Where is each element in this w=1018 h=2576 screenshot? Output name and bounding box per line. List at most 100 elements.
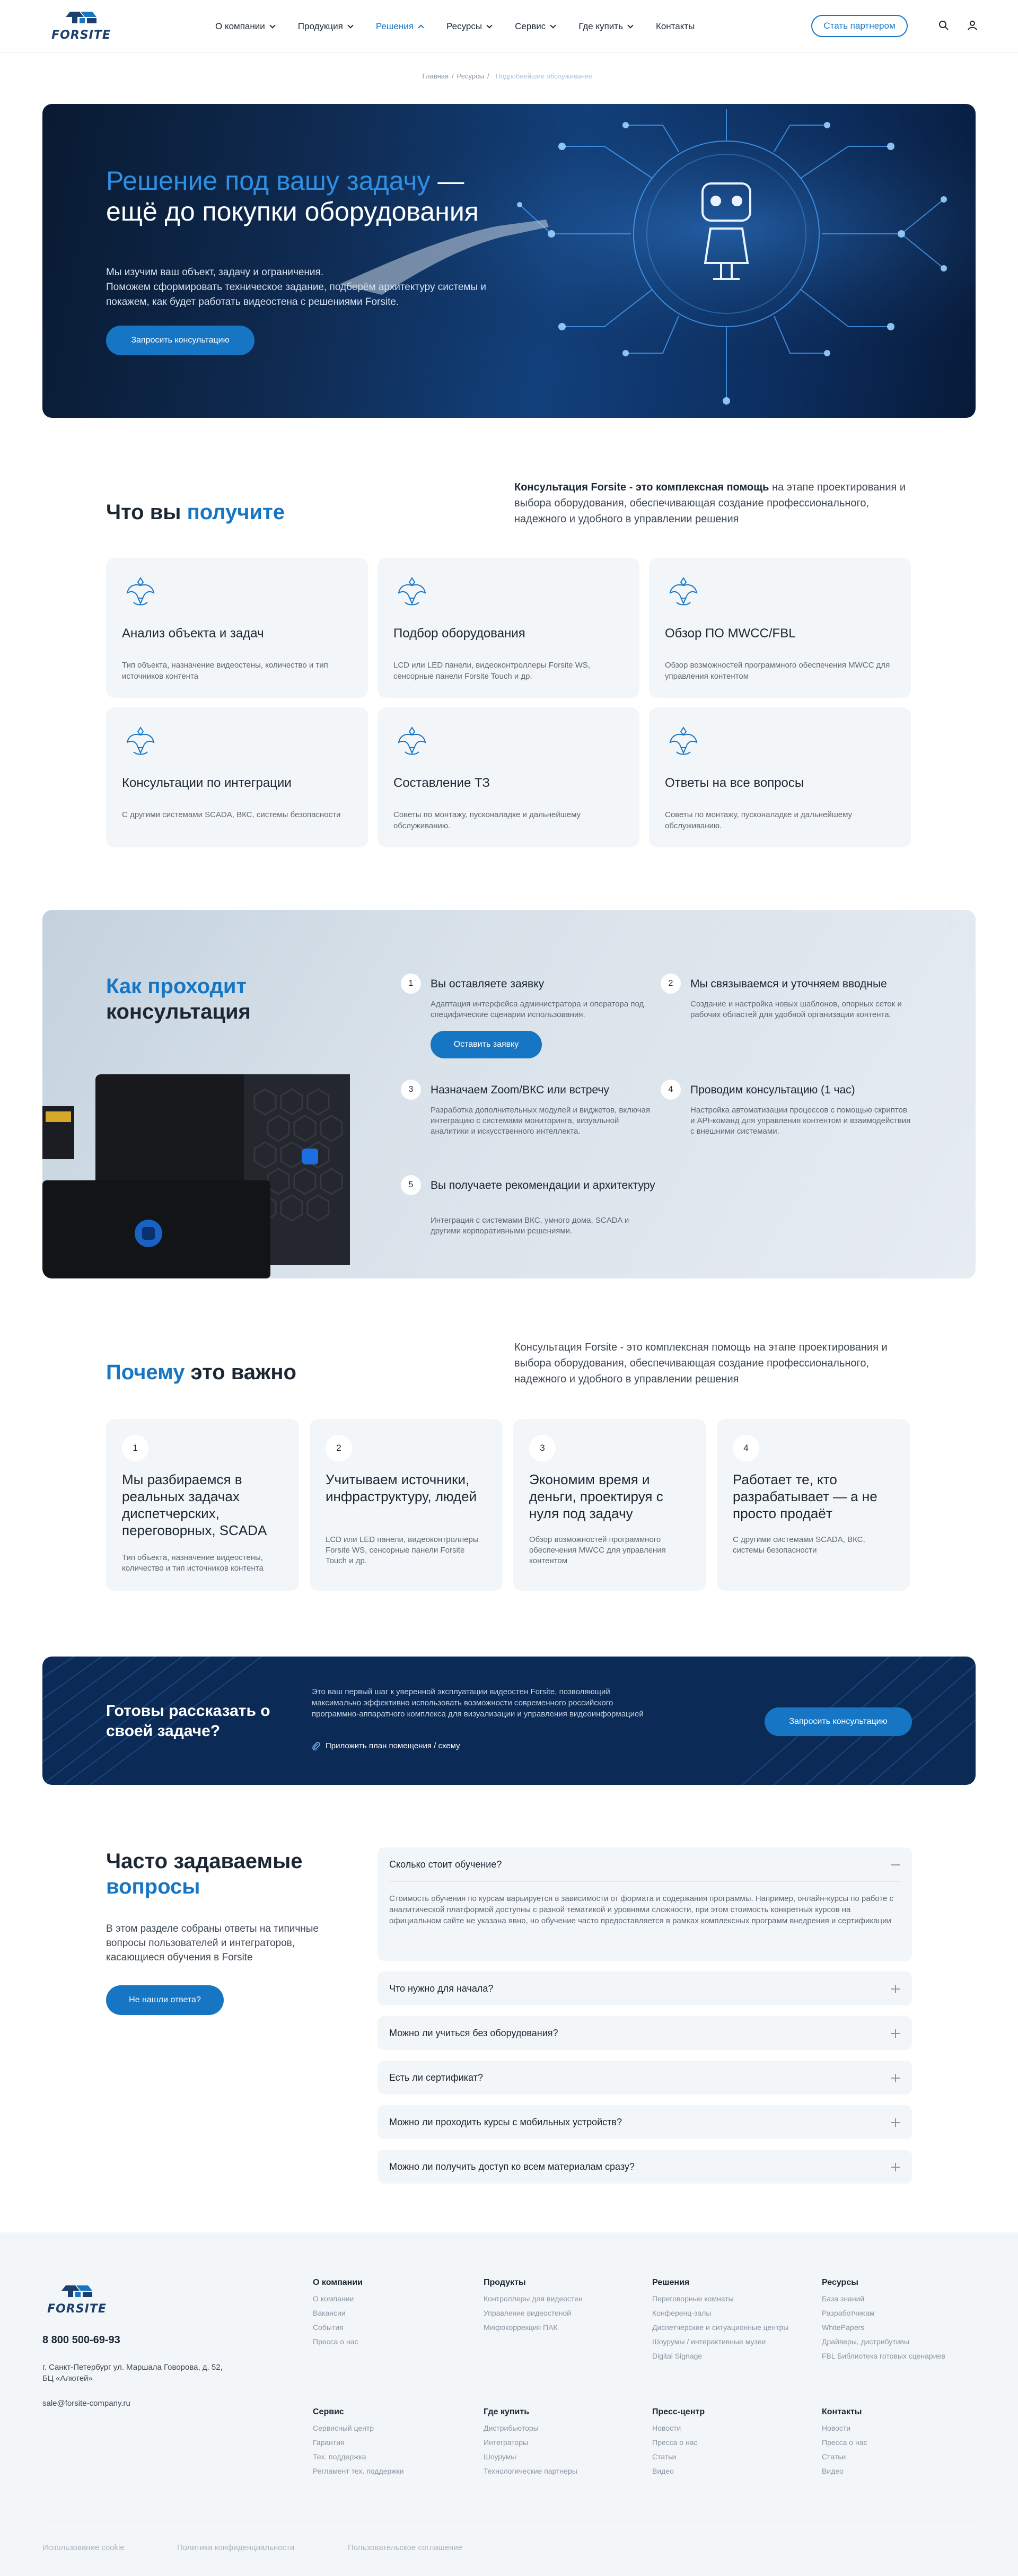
no-answer-button[interactable]: Не нашли ответа?: [106, 1985, 224, 2015]
benefit-card-title: Обзор ПО MWCC/FBL: [665, 626, 796, 641]
benefit-card: Составление ТЗ Советы по монтажу, пускона…: [378, 707, 639, 847]
faq-item[interactable]: Можно ли учиться без оборудования?: [378, 2016, 912, 2050]
attach-plan-link[interactable]: Приложить план помещения / схему: [312, 1741, 460, 1750]
become-partner-button[interactable]: Стать партнером: [811, 15, 908, 37]
footer-link[interactable]: Дистрибьюторы: [484, 2423, 643, 2433]
faq-item[interactable]: Что нужно для начала?: [378, 1972, 912, 2005]
footer-link[interactable]: Диспетчерские и ситуационные центры: [652, 2323, 811, 2332]
logo-text: FORSITE: [51, 29, 111, 42]
faq-question[interactable]: Можно ли проходить курсы с мобильных уст…: [389, 2105, 622, 2139]
footer-column: Решения Переговорные комнаты Конференц-зал…: [652, 2278, 811, 2365]
eagle-emblem-icon: [393, 723, 431, 760]
footer-email[interactable]: sale@forsite-company.ru: [42, 2399, 130, 2408]
step-number: 4: [661, 1080, 681, 1100]
footer-link[interactable]: Статьи: [822, 2452, 981, 2461]
footer-link[interactable]: Видео: [822, 2466, 981, 2476]
footer-link[interactable]: Гарантия: [313, 2438, 472, 2447]
nav-item-4[interactable]: Сервис: [515, 20, 556, 33]
footer-phone[interactable]: 8 800 500-69-93: [42, 2334, 120, 2346]
footer-link[interactable]: Вакансии: [313, 2308, 472, 2318]
site-footer: FORSITE 8 800 500-69-93 г. Санкт-Петербу…: [0, 2232, 1018, 2576]
plus-icon[interactable]: [891, 2029, 900, 2038]
footer-link[interactable]: Новости: [822, 2423, 981, 2433]
footer-link[interactable]: Микрокоррекция ПАК: [484, 2323, 643, 2332]
plus-icon[interactable]: [891, 2073, 900, 2083]
footer-link[interactable]: Пресса о нас: [822, 2438, 981, 2447]
nav-item-label: Решения: [375, 21, 414, 31]
consultation-title-rest: консультация: [106, 1000, 251, 1023]
why-card-title: Экономим время и деньги, проектируя с ну…: [529, 1471, 663, 1521]
nav-item-1[interactable]: Продукция: [298, 20, 354, 33]
step-number: 5: [401, 1175, 421, 1195]
faq-question[interactable]: Можно ли учиться без оборудования?: [389, 2016, 558, 2050]
breadcrumb-resources[interactable]: Ресурсы: [457, 72, 484, 80]
nav-item-3[interactable]: Ресурсы: [446, 20, 493, 33]
footer-link[interactable]: Управление видеостеной: [484, 2308, 643, 2318]
footer-link[interactable]: База знаний: [822, 2294, 981, 2303]
footer-link[interactable]: Пресса о нас: [313, 2337, 472, 2346]
hero-title: Решение под вашу задачу — ещё до покупки…: [106, 165, 509, 227]
server-hardware-illustration: [42, 1074, 350, 1278]
nav-item-2[interactable]: Решения: [375, 20, 424, 33]
footer-link[interactable]: Переговорные комнаты: [652, 2294, 811, 2303]
footer-link[interactable]: Пресса о нас: [652, 2438, 811, 2447]
nav-item-5[interactable]: Где купить: [578, 20, 634, 33]
minus-icon[interactable]: [891, 1860, 900, 1870]
footer-link[interactable]: Digital Signage: [652, 2351, 811, 2361]
nav-item-6[interactable]: Контакты: [656, 20, 695, 33]
footer-link[interactable]: FBL Библиотека готовых сценариев: [822, 2351, 981, 2361]
footer-link[interactable]: Видео: [652, 2466, 811, 2476]
footer-link[interactable]: Новости: [652, 2423, 811, 2433]
cta-request-button[interactable]: Запросить консультацию: [765, 1707, 912, 1736]
faq-item[interactable]: Сколько стоит обучение? Стоимость обучени…: [378, 1847, 912, 1961]
footer-link[interactable]: Конференц-залы: [652, 2308, 811, 2318]
why-card-title: Мы разбираемся в реальных задачах диспет…: [122, 1471, 267, 1538]
footer-link[interactable]: WhitePapers: [822, 2323, 981, 2332]
faq-question[interactable]: Что нужно для начала?: [389, 1972, 493, 2005]
faq-question[interactable]: Есть ли сертификат?: [389, 2061, 483, 2095]
consultation-step: 1 Вы оставляете заявку Адаптация интерфейс…: [401, 974, 666, 1037]
faq-item[interactable]: Можно ли проходить курсы с мобильных уст…: [378, 2105, 912, 2139]
faq-question[interactable]: Можно ли получить доступ ко всем материа…: [389, 2150, 635, 2184]
footer-column-title: Продукты: [484, 2278, 526, 2287]
footer-link[interactable]: Шоурумы / интерактивные музеи: [652, 2337, 811, 2346]
leave-request-button[interactable]: Оставить заявку: [431, 1031, 542, 1058]
why-card-desc: Обзор возможностей программного обеспече…: [529, 1535, 666, 1565]
footer-link[interactable]: Разработчикам: [822, 2308, 981, 2318]
benefit-card-title: Составление ТЗ: [393, 776, 490, 790]
footer-link[interactable]: Тех. поддержка: [313, 2452, 472, 2461]
faq-item[interactable]: Есть ли сертификат?: [378, 2061, 912, 2095]
plus-icon[interactable]: [891, 2162, 900, 2172]
plus-icon[interactable]: [891, 1984, 900, 1994]
footer-cookie-link[interactable]: Использование cookie: [42, 2543, 125, 2552]
step-desc: Создание и настройка новых шаблонов, опо…: [690, 1000, 902, 1019]
footer-logo[interactable]: FORSITE: [42, 2283, 111, 2316]
footer-privacy-link[interactable]: Политика конфиденциальности: [177, 2543, 294, 2552]
hero-request-button[interactable]: Запросить консультацию: [106, 326, 254, 355]
footer-link[interactable]: События: [313, 2323, 472, 2332]
faq-item[interactable]: Можно ли получить доступ ко всем материа…: [378, 2150, 912, 2184]
forsite-logo[interactable]: FORSITE: [47, 10, 116, 42]
footer-link[interactable]: Регламент тех. поддержки: [313, 2466, 472, 2476]
consultation-step: 2 Мы связываемся и уточняем вводные Создан…: [661, 974, 926, 1037]
plus-icon[interactable]: [891, 2118, 900, 2127]
consultation-section: Как проходит консультация 1 Вы оставляете …: [42, 910, 976, 1278]
main-nav: О компании Продукция Решения Ресурсы Сервис Г…: [215, 20, 718, 33]
footer-link[interactable]: Шоурумы: [484, 2452, 643, 2461]
nav-item-0[interactable]: О компании: [215, 20, 276, 33]
footer-link[interactable]: Сервисный центр: [313, 2423, 472, 2433]
footer-link[interactable]: Интеграторы: [484, 2438, 643, 2447]
user-icon[interactable]: [967, 20, 979, 32]
footer-link[interactable]: Статьи: [652, 2452, 811, 2461]
footer-link[interactable]: Контроллеры для видеостен: [484, 2294, 643, 2303]
chevron-down-icon: [418, 24, 424, 31]
search-icon[interactable]: [938, 20, 950, 32]
footer-link[interactable]: Технологические партнеры: [484, 2466, 643, 2476]
footer-link[interactable]: О компании: [313, 2294, 472, 2303]
hero-text-1: Мы изучим ваш объект, задачу и ограничен…: [106, 267, 324, 278]
faq-question[interactable]: Сколько стоит обучение?: [389, 1847, 502, 1881]
footer-link[interactable]: Драйверы, дистрибутивы: [822, 2337, 981, 2346]
benefits-title: Что вы получите: [106, 500, 285, 525]
breadcrumb-home[interactable]: Главная: [423, 72, 449, 80]
footer-terms-link[interactable]: Пользовательское соглашение: [348, 2543, 462, 2552]
